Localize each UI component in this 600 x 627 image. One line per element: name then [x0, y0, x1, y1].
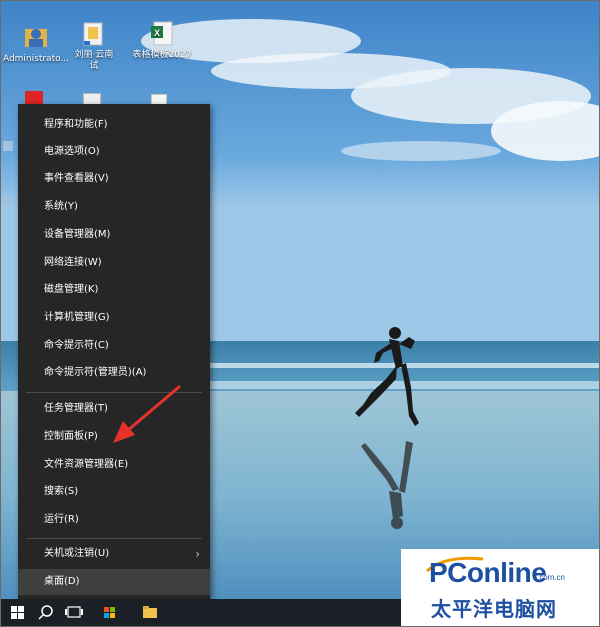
- menu-item-run[interactable]: 运行(R): [18, 507, 210, 533]
- desktop-icon-label: 表格模板2027: [132, 50, 192, 60]
- folder-shortcut-icon: [81, 19, 107, 47]
- desktop-icon-shortcut[interactable]: 刘丽·云南 试: [59, 19, 129, 72]
- annotation-arrow-icon: [113, 385, 181, 443]
- pconline-domain-suffix: .com.cn: [537, 573, 566, 582]
- desktop-icon-excel[interactable]: X 表格模板2027: [127, 19, 197, 61]
- menu-item-computer-management[interactable]: 计算机管理(G): [18, 305, 210, 331]
- menu-item-label: 关机或注销(U): [44, 548, 110, 559]
- menu-item-power-options[interactable]: 电源选项(O): [18, 139, 210, 165]
- menu-item-device-manager[interactable]: 设备管理器(M): [18, 222, 210, 248]
- menu-item-desktop[interactable]: 桌面(D): [18, 569, 210, 595]
- windows-start-icon[interactable]: [3, 599, 33, 626]
- pconline-watermark: PConline .com.cn 太平洋电脑网: [401, 549, 599, 626]
- menu-item-file-explorer[interactable]: 文件资源管理器(E): [18, 452, 210, 478]
- left-edge-fragment: [3, 141, 13, 151]
- screenshot-frame: Administrato... 刘丽·云南 试 X 表格模板2027 程序和功能…: [0, 0, 600, 627]
- menu-item-network-connections[interactable]: 网络连接(W): [18, 250, 210, 276]
- left-edge-fragment: [3, 197, 13, 205]
- menu-item-search[interactable]: 搜索(S): [18, 479, 210, 505]
- desktop-icon-label: 刘丽·云南 试: [74, 50, 114, 71]
- search-icon[interactable]: [31, 599, 61, 626]
- desktop-icon-partial-red[interactable]: [25, 91, 43, 105]
- menu-item-event-viewer[interactable]: 事件查看器(V): [18, 166, 210, 192]
- excel-file-icon: X: [149, 19, 175, 47]
- svg-text:X: X: [154, 28, 160, 38]
- pconline-chinese-name: 太平洋电脑网: [431, 597, 557, 621]
- chevron-right-icon: ›: [195, 547, 200, 561]
- menu-separator: [26, 538, 202, 539]
- menu-item-programs-features[interactable]: 程序和功能(F): [18, 112, 210, 138]
- store-icon[interactable]: [95, 599, 125, 626]
- pconline-logo-text: PConline: [429, 557, 547, 588]
- explorer-icon[interactable]: [135, 599, 165, 626]
- menu-item-command-prompt[interactable]: 命令提示符(C): [18, 333, 210, 359]
- task-view-icon[interactable]: [59, 599, 89, 626]
- menu-item-disk-management[interactable]: 磁盘管理(K): [18, 277, 210, 303]
- menu-item-system[interactable]: 系统(Y): [18, 194, 210, 220]
- user-folder-icon: [23, 23, 49, 51]
- menu-item-shutdown-signout[interactable]: 关机或注销(U) ›: [18, 541, 210, 567]
- winx-context-menu: 程序和功能(F) 电源选项(O) 事件查看器(V) 系统(Y) 设备管理器(M)…: [18, 104, 210, 600]
